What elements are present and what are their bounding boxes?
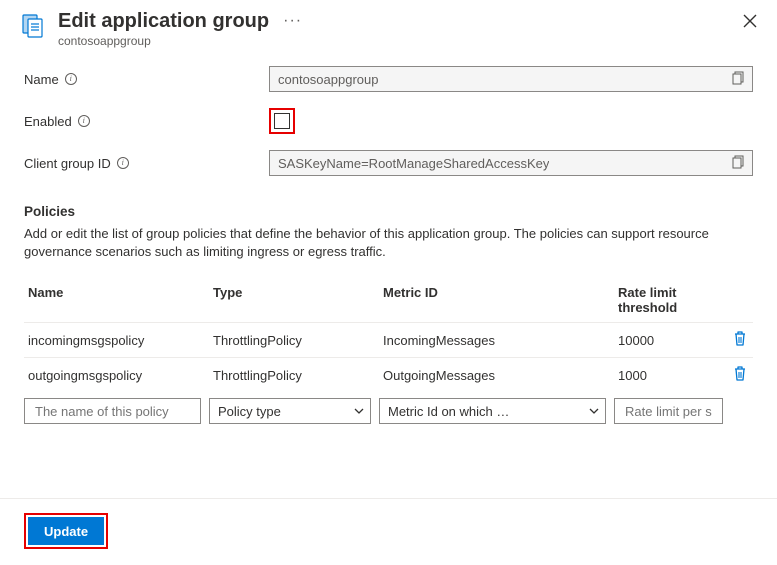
cell-threshold: 1000 (618, 368, 719, 383)
info-icon[interactable]: i (78, 115, 90, 127)
client-group-id-value: SASKeyName=RootManageSharedAccessKey (278, 156, 549, 171)
table-row: incomingmsgspolicy ThrottlingPolicy Inco… (24, 322, 753, 357)
copy-icon[interactable] (732, 71, 748, 87)
chevron-down-icon (589, 408, 599, 414)
cell-type: ThrottlingPolicy (213, 333, 383, 348)
update-button-highlight: Update (24, 513, 108, 549)
cell-threshold: 10000 (618, 333, 719, 348)
cell-name: outgoingmsgspolicy (28, 368, 213, 383)
row-name: Name i contosoappgroup (24, 66, 753, 92)
cell-type: ThrottlingPolicy (213, 368, 383, 383)
copy-icon[interactable] (732, 155, 748, 171)
chevron-down-icon (354, 408, 364, 414)
policies-heading: Policies (24, 204, 753, 219)
policies-new-row: Policy type Metric Id on which … (24, 392, 753, 424)
new-policy-type-select[interactable]: Policy type (209, 398, 371, 424)
name-field: contosoappgroup (269, 66, 753, 92)
row-enabled: Enabled i (24, 108, 753, 134)
col-threshold: Rate limit threshold (618, 285, 719, 315)
update-button[interactable]: Update (28, 517, 104, 545)
client-group-id-field: SASKeyName=RootManageSharedAccessKey (269, 150, 753, 176)
panel-header: Edit application group ··· contosoappgro… (0, 0, 777, 54)
panel-footer: Update (0, 498, 777, 565)
enabled-label: Enabled i (24, 114, 269, 129)
col-metric-id: Metric ID (383, 285, 618, 315)
new-policy-type-label: Policy type (218, 404, 281, 419)
policies-table-header: Name Type Metric ID Rate limit threshold (24, 279, 753, 322)
table-row: outgoingmsgspolicy ThrottlingPolicy Outg… (24, 357, 753, 392)
row-client-group-id: Client group ID i SASKeyName=RootManageS… (24, 150, 753, 176)
col-name: Name (28, 285, 213, 315)
info-icon[interactable]: i (65, 73, 77, 85)
name-label: Name i (24, 72, 269, 87)
delete-icon[interactable] (733, 331, 749, 349)
more-menu-icon[interactable]: ··· (283, 12, 302, 30)
page-subtitle: contosoappgroup (58, 34, 731, 48)
new-policy-name-field[interactable] (33, 403, 192, 420)
new-policy-metric-label: Metric Id on which … (388, 404, 509, 419)
info-icon[interactable]: i (117, 157, 129, 169)
close-icon[interactable] (743, 14, 757, 28)
form-area: Name i contosoappgroup Enabled i Client … (0, 54, 777, 438)
enabled-label-text: Enabled (24, 114, 72, 129)
app-group-icon (18, 10, 48, 40)
name-label-text: Name (24, 72, 59, 87)
cell-metric-id: OutgoingMessages (383, 368, 618, 383)
client-group-id-label-text: Client group ID (24, 156, 111, 171)
client-group-id-label: Client group ID i (24, 156, 269, 171)
enabled-checkbox[interactable] (274, 113, 290, 129)
name-value: contosoappgroup (278, 72, 378, 87)
new-policy-name-input[interactable] (24, 398, 201, 424)
page-title: Edit application group (58, 10, 269, 32)
cell-name: incomingmsgspolicy (28, 333, 213, 348)
new-policy-metric-select[interactable]: Metric Id on which … (379, 398, 606, 424)
new-policy-threshold-field[interactable] (623, 403, 714, 420)
col-type: Type (213, 285, 383, 315)
new-policy-threshold-input[interactable] (614, 398, 723, 424)
enabled-checkbox-highlight (269, 108, 295, 134)
policies-table: Name Type Metric ID Rate limit threshold… (24, 279, 753, 424)
policies-description: Add or edit the list of group policies t… (24, 225, 724, 261)
cell-metric-id: IncomingMessages (383, 333, 618, 348)
delete-icon[interactable] (733, 366, 749, 384)
